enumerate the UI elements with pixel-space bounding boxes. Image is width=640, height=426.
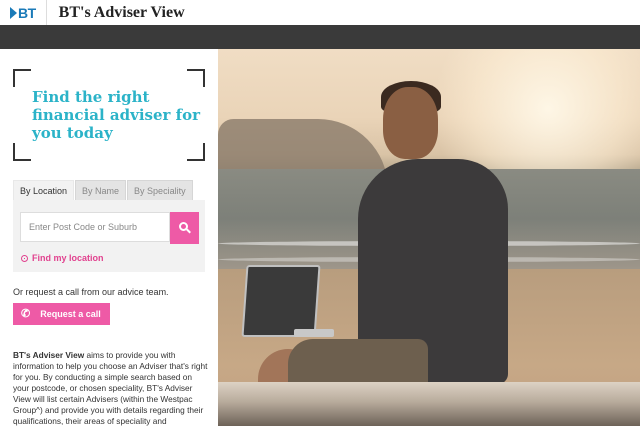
about-text: BT's Adviser View aims to provide you wi…	[13, 350, 208, 426]
find-my-location-label: Find my location	[32, 253, 104, 263]
tab-by-speciality[interactable]: By Speciality	[127, 180, 193, 200]
nav-bar	[0, 25, 640, 49]
tab-by-location[interactable]: By Location	[13, 180, 75, 200]
man-head	[383, 87, 438, 159]
corner-bracket	[13, 143, 31, 161]
laptop-base	[294, 329, 334, 337]
site-title: BT's Adviser View	[58, 3, 185, 21]
find-my-location-link[interactable]: Find my location	[21, 253, 104, 263]
tab-by-name[interactable]: By Name	[75, 180, 127, 200]
phone-icon: ✆	[21, 307, 31, 320]
man-shorts	[288, 339, 428, 384]
request-call-button[interactable]: ✆ Request a call	[13, 303, 110, 325]
site-header: BT BT's Adviser View	[0, 0, 640, 25]
header-divider	[45, 0, 47, 25]
request-call-label: Request a call	[40, 309, 101, 319]
bt-logo-mark-icon	[10, 6, 17, 19]
corner-bracket	[187, 69, 205, 87]
laptop	[241, 265, 321, 337]
search-panel: Find my location	[13, 200, 205, 272]
request-call-prompt: Or request a call from our advice team.	[13, 287, 169, 297]
search-tabs: By Location By Name By Speciality	[13, 180, 194, 200]
search-icon	[178, 222, 191, 234]
about-brand: BT's Adviser View	[13, 350, 85, 360]
hero-image	[218, 49, 640, 426]
bt-logo[interactable]: BT	[0, 0, 36, 25]
railing	[218, 382, 640, 426]
corner-bracket	[13, 69, 31, 87]
corner-bracket	[187, 143, 205, 161]
adviser-finder-panel: Find the right financial adviser for you…	[0, 49, 218, 426]
search-button[interactable]	[170, 212, 199, 244]
finder-heading-box: Find the right financial adviser for you…	[13, 69, 205, 161]
about-body: aims to provide you with information to …	[13, 350, 208, 426]
bt-logo-text: BT	[18, 4, 36, 21]
location-target-icon	[21, 254, 28, 262]
postcode-search-input[interactable]	[20, 212, 170, 242]
finder-title: Find the right financial adviser for you…	[32, 88, 201, 142]
